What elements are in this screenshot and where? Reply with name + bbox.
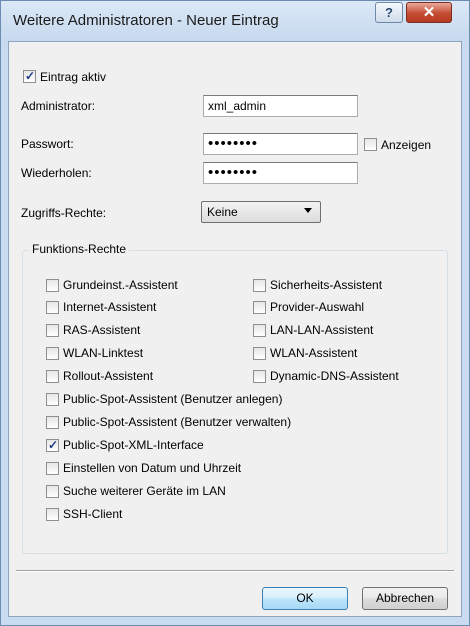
function-checkbox-grundeinst[interactable]	[46, 279, 59, 292]
administrator-input[interactable]: xml_admin	[203, 95, 358, 117]
chevron-down-icon	[304, 208, 312, 213]
password-input[interactable]: ••••••••	[203, 133, 358, 155]
function-checkbox-geraetesuche[interactable]	[46, 485, 59, 498]
close-icon: ✕	[422, 4, 436, 21]
function-checkbox-ras[interactable]	[46, 324, 59, 337]
access-rights-label: Zugriffs-Rechte:	[21, 206, 107, 220]
function-label-sicherheit: Sicherheits-Assistent	[270, 278, 383, 292]
cancel-button[interactable]: Abbrechen	[362, 587, 448, 610]
title-bar[interactable]: Weitere Administratoren - Neuer Eintrag …	[1, 1, 469, 41]
show-password-label: Anzeigen	[381, 138, 432, 152]
password-label: Passwort:	[21, 137, 74, 151]
function-checkbox-wlan-assistent[interactable]	[253, 347, 266, 360]
function-rights-legend: Funktions-Rechte	[29, 242, 130, 256]
administrator-label: Administrator:	[21, 99, 96, 113]
function-checkbox-dyndns[interactable]	[253, 370, 266, 383]
function-checkbox-ssh-client[interactable]	[46, 508, 59, 521]
function-checkbox-publicspot-xml[interactable]	[46, 438, 59, 452]
entry-active-checkbox[interactable]	[23, 69, 36, 83]
function-checkbox-lan-lan[interactable]	[253, 324, 266, 337]
function-checkbox-publicspot-verwalten[interactable]	[46, 416, 59, 429]
function-label-publicspot-anlegen: Public-Spot-Assistent (Benutzer anlegen)	[63, 392, 283, 406]
access-rights-select[interactable]: Keine	[201, 201, 321, 223]
function-checkbox-provider[interactable]	[253, 301, 266, 314]
function-checkbox-wlan-linktest[interactable]	[46, 347, 59, 360]
button-separator	[16, 570, 454, 572]
function-label-publicspot-verwalten: Public-Spot-Assistent (Benutzer verwalte…	[63, 415, 292, 429]
ok-button[interactable]: OK	[262, 587, 348, 610]
function-label-ras: RAS-Assistent	[63, 323, 141, 337]
function-checkbox-datum-uhrzeit[interactable]	[46, 462, 59, 475]
function-label-ssh-client: SSH-Client	[63, 507, 123, 521]
dialog-client-area: Eintrag aktiv Administrator: xml_admin P…	[8, 41, 462, 617]
help-button[interactable]: ?	[375, 2, 403, 23]
show-password-checkbox[interactable]	[364, 138, 377, 151]
function-label-dyndns: Dynamic-DNS-Assistent	[270, 369, 399, 383]
function-checkbox-internet[interactable]	[46, 301, 59, 314]
function-label-rollout: Rollout-Assistent	[63, 369, 154, 383]
repeat-password-input[interactable]: ••••••••	[203, 162, 358, 184]
function-checkbox-publicspot-anlegen[interactable]	[46, 393, 59, 406]
function-label-wlan-linktest: WLAN-Linktest	[63, 346, 144, 360]
function-label-lan-lan: LAN-LAN-Assistent	[270, 323, 374, 337]
function-label-geraetesuche: Suche weiterer Geräte im LAN	[63, 484, 226, 498]
access-rights-value: Keine	[207, 205, 238, 219]
entry-active-label: Eintrag aktiv	[40, 70, 107, 84]
function-label-datum-uhrzeit: Einstellen von Datum und Uhrzeit	[63, 461, 242, 475]
function-checkbox-sicherheit[interactable]	[253, 279, 266, 292]
dialog-title: Weitere Administratoren - Neuer Eintrag	[13, 12, 279, 29]
help-icon: ?	[385, 5, 393, 20]
function-label-grundeinst: Grundeinst.-Assistent	[63, 278, 178, 292]
close-button[interactable]: ✕	[406, 2, 452, 23]
repeat-label: Wiederholen:	[21, 166, 92, 180]
dialog-window: Weitere Administratoren - Neuer Eintrag …	[0, 0, 470, 626]
function-label-provider: Provider-Auswahl	[270, 300, 365, 314]
function-checkbox-rollout[interactable]	[46, 370, 59, 383]
function-label-publicspot-xml: Public-Spot-XML-Interface	[63, 438, 204, 452]
function-label-internet: Internet-Assistent	[63, 300, 157, 314]
function-label-wlan-assistent: WLAN-Assistent	[270, 346, 358, 360]
